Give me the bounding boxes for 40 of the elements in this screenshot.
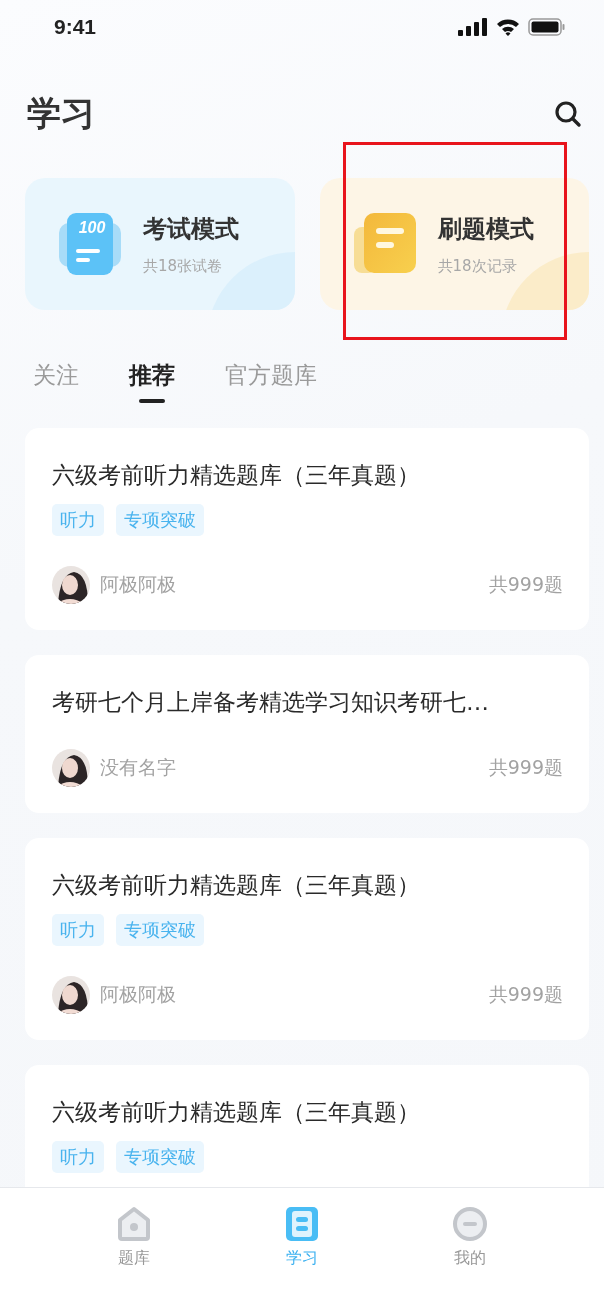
question-bank-card[interactable]: 六级考前听力精选题库（三年真题） 听力 专项突破 阿极阿极 共999题 xyxy=(25,428,589,630)
tag: 专项突破 xyxy=(116,504,204,536)
card-title: 考研七个月上岸备考精选学习知识考研七… xyxy=(52,688,490,717)
battery-icon xyxy=(528,18,566,36)
mode-subtitle: 共18次记录 xyxy=(437,256,518,276)
tag: 专项突破 xyxy=(116,1141,204,1173)
question-count: 共999题 xyxy=(488,982,563,1007)
status-time: 9:41 xyxy=(54,15,97,39)
author-name: 没有名字 xyxy=(100,755,176,780)
author-name: 阿极阿极 xyxy=(100,982,176,1007)
card-title: 六级考前听力精选题库（三年真题） xyxy=(52,461,421,490)
question-bank-card[interactable]: 考研七个月上岸备考精选学习知识考研七… 没有名字 共999题 xyxy=(25,655,589,813)
tag: 听力 xyxy=(52,914,104,946)
tag: 听力 xyxy=(52,1141,104,1173)
question-count: 共999题 xyxy=(488,755,563,780)
home-icon xyxy=(116,1206,153,1242)
profile-icon xyxy=(451,1206,488,1242)
question-count: 共999题 xyxy=(488,572,563,597)
search-icon[interactable] xyxy=(554,100,582,128)
tag: 专项突破 xyxy=(116,914,204,946)
note-icon xyxy=(353,213,416,275)
mode-title: 刷题模式 xyxy=(437,213,534,245)
mode-title: 考试模式 xyxy=(143,213,239,245)
avatar xyxy=(52,749,90,787)
signal-icon xyxy=(458,18,488,36)
avatar xyxy=(52,976,90,1014)
question-bank-card[interactable]: 六级考前听力精选题库（三年真题） 听力 专项突破 xyxy=(25,1065,589,1187)
category-tab[interactable]: 推荐 xyxy=(129,360,175,403)
mode-card[interactable]: 刷题模式 共18次记录 xyxy=(319,178,589,310)
document-icon xyxy=(285,1206,319,1242)
tag: 听力 xyxy=(52,504,104,536)
card-title: 六级考前听力精选题库（三年真题） xyxy=(52,871,421,900)
mode-subtitle: 共18张试卷 xyxy=(143,256,224,276)
mode-card[interactable]: 100 考试模式 共18张试卷 xyxy=(25,178,295,310)
page-title: 学习 xyxy=(27,92,95,135)
question-bank-card[interactable]: 六级考前听力精选题库（三年真题） 听力 专项突破 阿极阿极 共999题 xyxy=(25,838,589,1040)
avatar xyxy=(52,566,90,604)
wifi-icon xyxy=(496,18,520,36)
card-title: 六级考前听力精选题库（三年真题） xyxy=(52,1098,421,1127)
author-name: 阿极阿极 xyxy=(100,572,176,597)
